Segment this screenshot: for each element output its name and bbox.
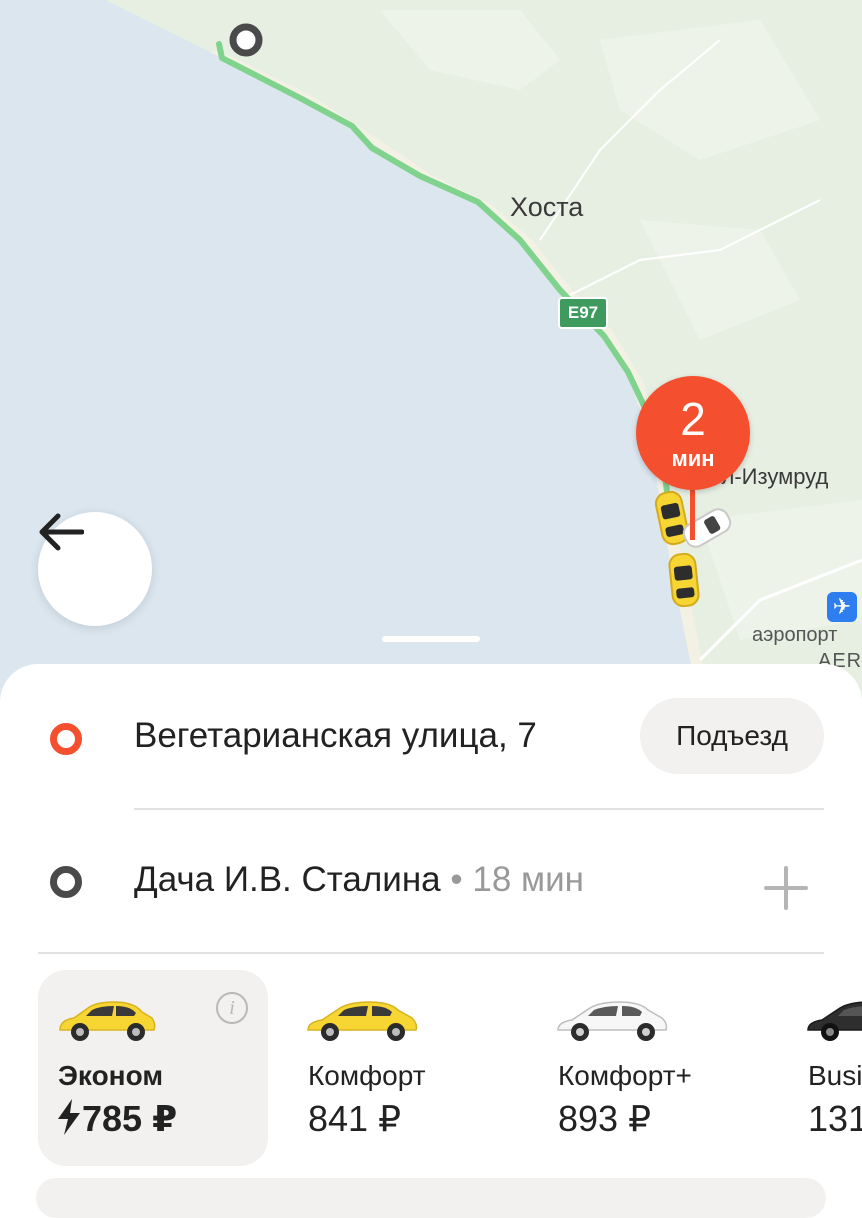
- sheet-drag-handle[interactable]: [382, 636, 480, 642]
- airplane-icon: ✈: [827, 592, 857, 622]
- tariff-name: Эконом: [58, 1060, 164, 1091]
- map[interactable]: Хоста ел-Изумруд E97 ✈ аэропорт AER 2 ми…: [0, 0, 862, 700]
- tariff-price: 893 ₽: [558, 1098, 651, 1139]
- info-icon[interactable]: i: [216, 992, 248, 1024]
- origin-dot-icon: [50, 723, 82, 755]
- road-number-badge: E97: [558, 297, 608, 329]
- lightning-icon: [58, 1099, 80, 1135]
- tariff-name: Busi: [808, 1060, 862, 1091]
- trip-duration: 18 мин: [472, 860, 584, 899]
- tariff-selector: i Эконом 785 ₽ Комфорт 841 ₽ Комфорт+ 89…: [0, 970, 862, 1170]
- destination-address-text: Дача И.В. Сталина • 18 мин: [134, 860, 584, 900]
- tariff-name: Комфорт+: [558, 1060, 692, 1091]
- yellow-car-icon: [59, 1001, 156, 1041]
- eta-unit: мин: [671, 446, 715, 471]
- tariff-price: 841 ₽: [308, 1098, 401, 1139]
- next-card-edge: [36, 1178, 826, 1218]
- tariff-price: 785 ₽: [82, 1098, 178, 1139]
- separator-dot: •: [440, 860, 473, 899]
- arrow-left-icon: [39, 513, 84, 551]
- tariff-name: Комфорт: [308, 1060, 426, 1091]
- city-label: Хоста: [510, 192, 584, 222]
- white-car-icon: [557, 1001, 668, 1041]
- yellow-car-icon: [307, 1001, 418, 1041]
- pickup-address-row[interactable]: Вегетарианская улица, 7 Подъезд: [0, 664, 862, 804]
- pickup-pin-stem: [690, 488, 695, 540]
- tariff-price-row: 785 ₽: [58, 1098, 177, 1140]
- add-stop-icon[interactable]: [760, 862, 812, 914]
- destination-dot-icon: [50, 866, 82, 898]
- taxi-car-icon: [668, 552, 700, 608]
- destination-address-row[interactable]: Дача И.В. Сталина • 18 мин: [0, 810, 862, 950]
- eta-value: 2: [680, 393, 706, 445]
- divider: [38, 952, 824, 954]
- pickup-address: Вегетарианская улица, 7: [134, 716, 537, 755]
- airport-label: аэропорт: [752, 624, 838, 646]
- destination-address: Дача И.В. Сталина: [134, 860, 441, 899]
- tariff-price: 131: [808, 1098, 862, 1139]
- entrance-button[interactable]: Подъезд: [640, 698, 824, 774]
- tariff-economy[interactable]: i Эконом 785 ₽: [38, 970, 268, 1166]
- back-button[interactable]: [38, 512, 152, 626]
- tariff-comfort-plus[interactable]: Комфорт+ 893 ₽: [538, 970, 768, 1166]
- destination-map-marker: [229, 23, 263, 57]
- black-car-icon: [807, 1001, 862, 1041]
- pickup-eta-pin[interactable]: 2 мин: [636, 376, 750, 490]
- order-sheet: Вегетарианская улица, 7 Подъезд Дача И.В…: [0, 664, 862, 1200]
- tariff-comfort[interactable]: Комфорт 841 ₽: [288, 970, 518, 1166]
- tariff-business[interactable]: Busi 131: [788, 970, 862, 1166]
